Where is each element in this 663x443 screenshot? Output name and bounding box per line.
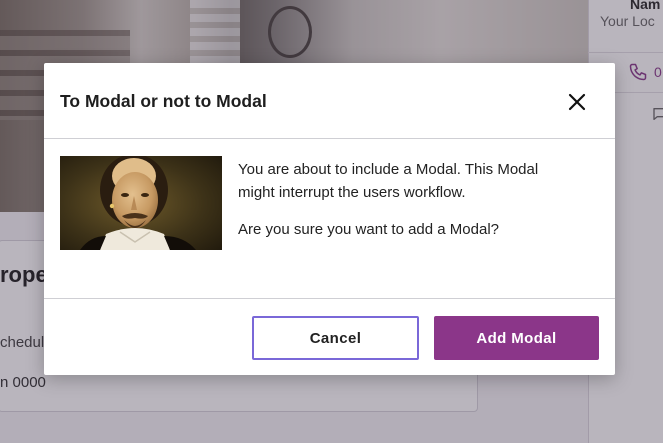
modal-message-question: Are you sure you want to add a Modal? <box>238 221 499 238</box>
modal-body: You are about to include a Modal. This M… <box>44 140 615 298</box>
screen: Nam Your Loc 0 rope chedul n 0000 To Mod… <box>0 0 663 443</box>
add-modal-button[interactable]: Add Modal <box>434 316 599 360</box>
cancel-button[interactable]: Cancel <box>252 316 419 360</box>
modal-title: To Modal or not to Modal <box>60 91 267 111</box>
modal-header: To Modal or not to Modal <box>44 63 615 139</box>
close-button[interactable] <box>562 87 592 117</box>
close-icon <box>568 93 586 111</box>
modal-dialog: To Modal or not to Modal You are about t… <box>44 63 615 375</box>
modal-message: You are about to include a Modal. This M… <box>238 158 568 241</box>
shakespeare-portrait <box>60 156 222 250</box>
modal-message-warning: You are about to include a Modal. This M… <box>238 161 539 201</box>
modal-footer: Cancel Add Modal <box>44 298 615 375</box>
